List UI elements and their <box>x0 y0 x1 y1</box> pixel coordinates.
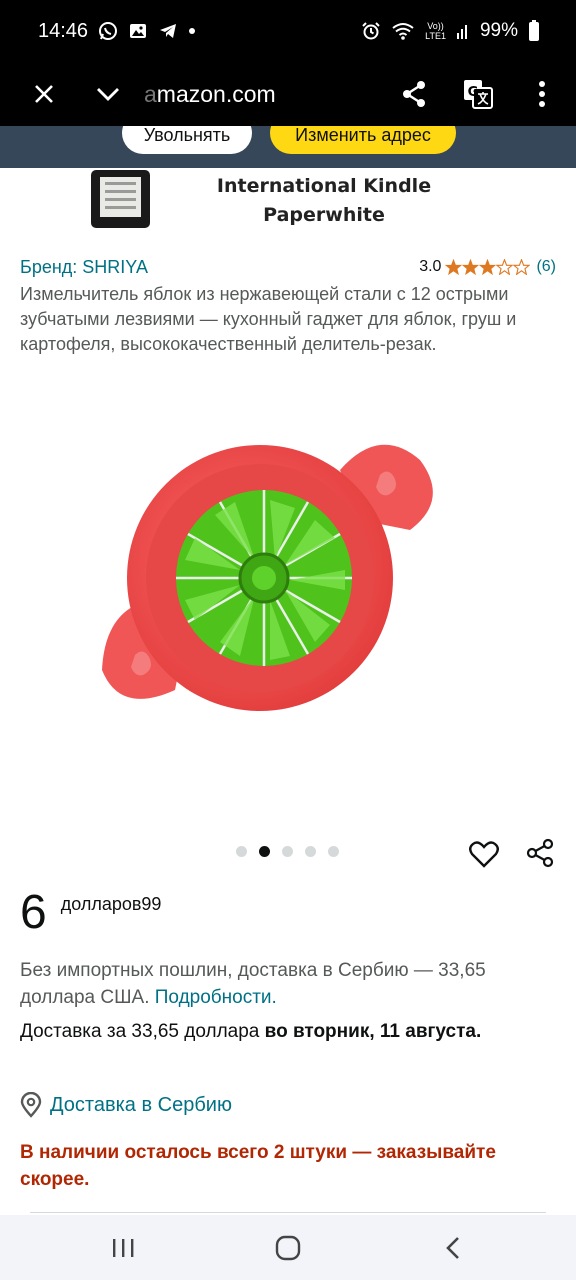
location-link[interactable]: Доставка в Сербию <box>50 1094 232 1117</box>
more-vert-icon <box>539 81 545 107</box>
url-text: mazon.com <box>156 80 276 107</box>
delivery-estimate: Доставка за 33,65 доллара во вторник, 11… <box>20 1018 560 1046</box>
kindle-device-image <box>91 170 150 228</box>
carousel-dot-active[interactable] <box>259 846 270 857</box>
telegram-icon <box>158 21 178 41</box>
product-title: Измельчитель яблок из нержавеющей стали … <box>20 284 517 354</box>
back-icon <box>446 1236 460 1259</box>
star-empty-icon <box>496 259 514 275</box>
star-full-icon <box>462 259 480 275</box>
banner-text: International Kindle Paperwhite <box>214 172 434 230</box>
brand-row: Бренд: SHRIYA 3.0 (6) <box>20 255 556 279</box>
star-full-icon <box>479 259 497 275</box>
chevron-down-icon <box>97 88 119 101</box>
brand-link[interactable]: Бренд: SHRIYA <box>20 257 148 278</box>
whatsapp-icon <box>98 21 118 41</box>
delivery-location[interactable]: Доставка в Сербию <box>20 1092 232 1118</box>
url-faded: a <box>144 80 157 107</box>
wifi-icon <box>391 21 415 41</box>
import-fees-text: Без импортных пошлин, доставка в Сербию … <box>20 957 560 1011</box>
location-pin-icon <box>20 1092 42 1118</box>
alarm-icon <box>361 21 381 41</box>
signal-icon <box>456 21 470 41</box>
share-icon <box>403 81 425 107</box>
star-empty-icon <box>513 259 531 275</box>
status-bar: 14:46 Vo)) LTE1 99% <box>0 0 576 62</box>
address-prompt: Увольнять Изменить адрес <box>0 126 576 168</box>
star-full-icon <box>445 259 463 275</box>
heart-icon <box>469 841 499 868</box>
delivery-prefix: Доставка за 33,65 доллара <box>20 1021 265 1042</box>
share-product-button[interactable] <box>520 833 560 873</box>
battery-percent: 99% <box>479 20 518 41</box>
share-button[interactable] <box>382 62 446 126</box>
more-options-button[interactable] <box>510 62 574 126</box>
add-to-wishlist-button[interactable] <box>464 834 504 874</box>
home-button[interactable] <box>258 1218 318 1278</box>
close-tab-button[interactable] <box>12 62 76 126</box>
divider <box>30 1212 546 1213</box>
status-time: 14:46 <box>38 19 89 42</box>
share-icon <box>526 838 554 868</box>
price-suffix: долларов99 <box>60 894 162 914</box>
recent-apps-icon <box>112 1238 134 1257</box>
translate-button[interactable]: G <box>446 62 510 126</box>
stock-warning: В наличии осталось всего 2 штуки — заказ… <box>20 1142 496 1190</box>
svg-text:G: G <box>468 85 479 100</box>
rating-value: 3.0 <box>419 258 442 275</box>
rating-count: (6) <box>536 258 556 275</box>
url-bar[interactable]: amazon.com <box>144 81 382 108</box>
home-icon <box>275 1235 301 1260</box>
close-icon <box>35 85 53 103</box>
carousel-dot[interactable] <box>328 846 339 857</box>
image-icon <box>128 21 148 41</box>
image-carousel-indicator <box>236 846 339 857</box>
dot-icon <box>188 27 196 35</box>
system-nav-bar <box>0 1215 576 1280</box>
details-link[interactable]: Подробности. <box>155 987 277 1008</box>
change-address-button[interactable]: Изменить адрес <box>270 126 456 154</box>
carousel-dot[interactable] <box>282 846 293 857</box>
carousel-dot[interactable] <box>236 846 247 857</box>
recent-apps-button[interactable] <box>93 1218 153 1278</box>
translate-icon: G <box>464 80 493 109</box>
rating-summary[interactable]: 3.0 (6) <box>419 258 556 276</box>
dismiss-button[interactable]: Увольнять <box>122 126 252 154</box>
product-image[interactable] <box>90 420 450 730</box>
banner-line2: Paperwhite <box>263 204 385 226</box>
price: 6 долларов99 <box>20 885 161 941</box>
kindle-ad-banner[interactable]: International Kindle Paperwhite <box>0 168 576 238</box>
expand-button[interactable] <box>76 62 140 126</box>
delivery-date: во вторник, 11 августа. <box>264 1021 482 1042</box>
battery-icon <box>528 20 540 42</box>
back-button[interactable] <box>423 1218 483 1278</box>
star-rating <box>445 259 531 275</box>
browser-toolbar: amazon.com G <box>0 62 576 126</box>
volte-icon: Vo)) LTE1 <box>425 21 446 41</box>
carousel-dot[interactable] <box>305 846 316 857</box>
banner-line1: International Kindle <box>216 175 432 197</box>
price-whole: 6 <box>20 886 47 939</box>
